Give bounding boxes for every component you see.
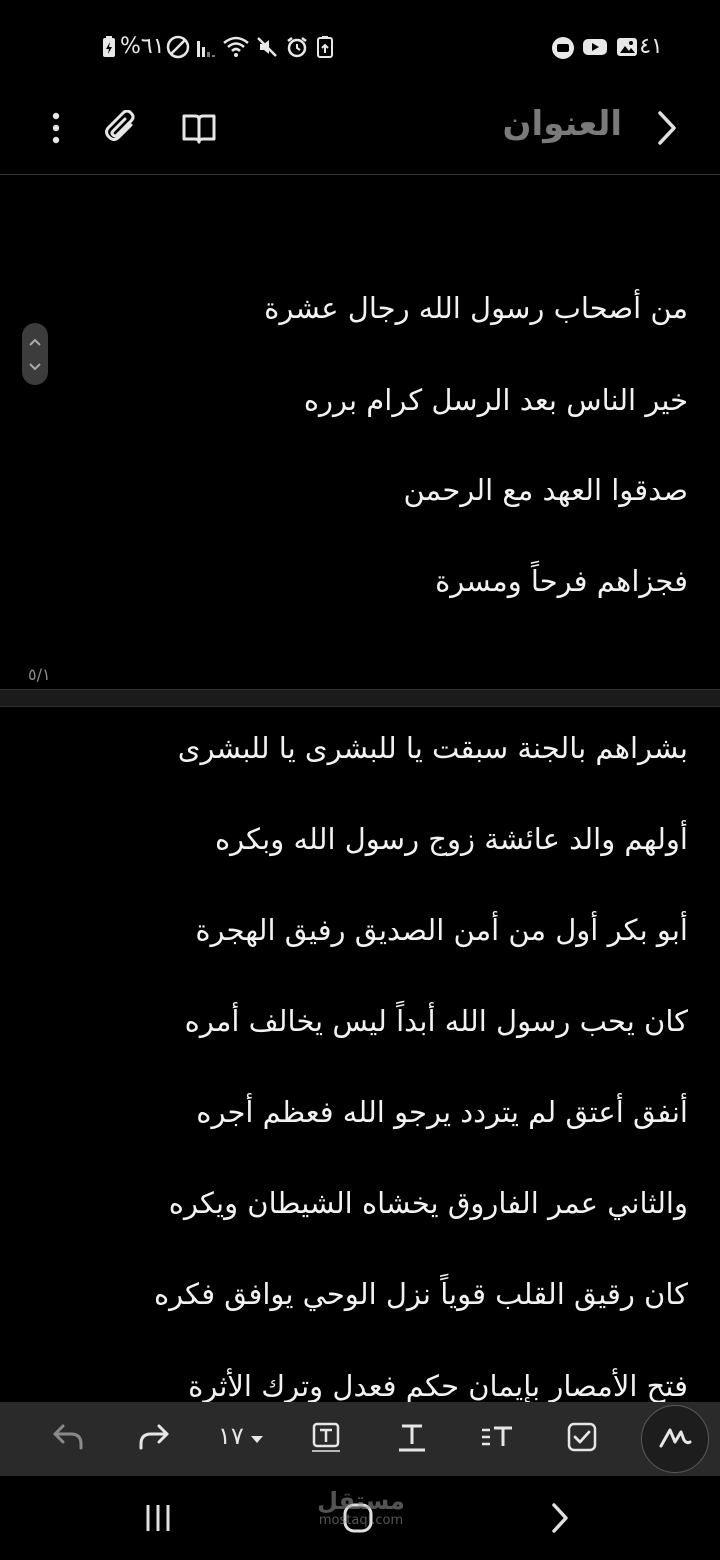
text-align-icon	[480, 1422, 514, 1456]
do-not-disturb-icon	[166, 35, 190, 66]
attach-button[interactable]	[98, 106, 146, 154]
nav-back-icon	[550, 1502, 570, 1538]
text-line[interactable]: صدقوا العهد مع الرحمن	[403, 470, 688, 510]
gallery-notification-icon	[616, 36, 638, 65]
battery-percent: %٦١	[120, 34, 165, 59]
wifi-icon	[222, 35, 250, 66]
chevron-down-icon	[28, 357, 42, 376]
back-icon	[652, 110, 680, 150]
checkbox-icon	[567, 1422, 597, 1456]
data-saver-icon	[316, 35, 334, 66]
watermark: مستقل mostaql.com	[316, 1488, 406, 1528]
editing-toolbar: ١٧	[0, 1402, 720, 1476]
recents-icon	[143, 1503, 173, 1537]
text-line[interactable]: فجزاهم فرحاً ومسرة	[435, 561, 688, 601]
back-button[interactable]	[642, 106, 690, 154]
paragraph-format-button[interactable]	[473, 1415, 521, 1463]
text-line[interactable]: أنفق أعتق لم يتردد يرجو الله فعظم أجره	[196, 1092, 688, 1132]
font-size-value: ١٧	[218, 1422, 244, 1450]
handwriting-button[interactable]	[641, 1405, 709, 1473]
text-line[interactable]: أبو بكر أول من أمن الصديق رفيق الهجرة	[195, 910, 688, 950]
undo-icon	[51, 1422, 85, 1456]
note-page-2[interactable]: بشراهم بالجنة سبقت يا للبشرى يا للبشرى أ…	[0, 706, 720, 1402]
text-style-button[interactable]	[388, 1415, 436, 1463]
youtube-notification-icon	[582, 36, 608, 65]
reading-mode-icon	[181, 110, 217, 150]
system-nav-bar: مستقل mostaql.com	[0, 1476, 720, 1560]
font-size-dropdown[interactable]: ١٧	[218, 1422, 264, 1450]
app-bar: العنوان	[0, 92, 720, 175]
redo-icon	[137, 1422, 171, 1456]
nav-back-button[interactable]	[538, 1498, 582, 1542]
app-notification-icon	[551, 36, 575, 67]
checkbox-button[interactable]	[558, 1415, 606, 1463]
watermark-name: مستقل	[317, 1487, 405, 1515]
signal-icon	[196, 35, 218, 66]
text-box-icon	[311, 1421, 341, 1457]
note-page-1[interactable]: من أصحاب رسول الله رجال عشرة خير الناس ب…	[0, 175, 720, 689]
redo-button[interactable]	[130, 1415, 178, 1463]
more-vert-icon	[51, 111, 61, 149]
attach-icon	[104, 109, 140, 150]
scroll-handle[interactable]	[22, 323, 48, 385]
reading-mode-button[interactable]	[175, 106, 223, 154]
recents-button[interactable]	[136, 1498, 180, 1542]
text-line[interactable]: أولهم والد عائشة زوج رسول الله وبكره	[215, 819, 688, 859]
mute-icon	[255, 35, 279, 66]
text-line[interactable]: كان رقيق القلب قوياً نزل الوحي يوافق فكر…	[154, 1274, 688, 1314]
battery-icon	[101, 35, 117, 66]
more-options-button[interactable]	[32, 106, 80, 154]
pen-icon	[658, 1424, 692, 1454]
text-box-button[interactable]	[302, 1415, 350, 1463]
note-title[interactable]: العنوان	[503, 104, 622, 144]
text-line[interactable]: من أصحاب رسول الله رجال عشرة	[264, 288, 688, 328]
watermark-domain: mostaql.com	[318, 1513, 404, 1528]
alarm-icon	[285, 35, 309, 66]
text-line[interactable]: خير الناس بعد الرسل كرام برره	[304, 380, 688, 420]
text-line[interactable]: فتح الأمصار بإيمان حكم فعدل وترك الأثرة	[188, 1366, 688, 1402]
chevron-up-icon	[28, 332, 42, 351]
page-indicator: ٥/١	[28, 665, 51, 684]
text-line[interactable]: بشراهم بالجنة سبقت يا للبشرى يا للبشرى	[178, 728, 688, 768]
text-line[interactable]: والثاني عمر الفاروق يخشاه الشيطان ويكره	[169, 1183, 688, 1223]
page-divider	[0, 689, 720, 707]
undo-button[interactable]	[44, 1415, 92, 1463]
caret-down-icon	[250, 1422, 264, 1450]
status-bar: ٦:٤١ %٦١	[0, 0, 720, 92]
text-style-icon	[397, 1421, 427, 1457]
text-line[interactable]: كان يحب رسول الله أبداً ليس يخالف أمره	[185, 1001, 688, 1041]
